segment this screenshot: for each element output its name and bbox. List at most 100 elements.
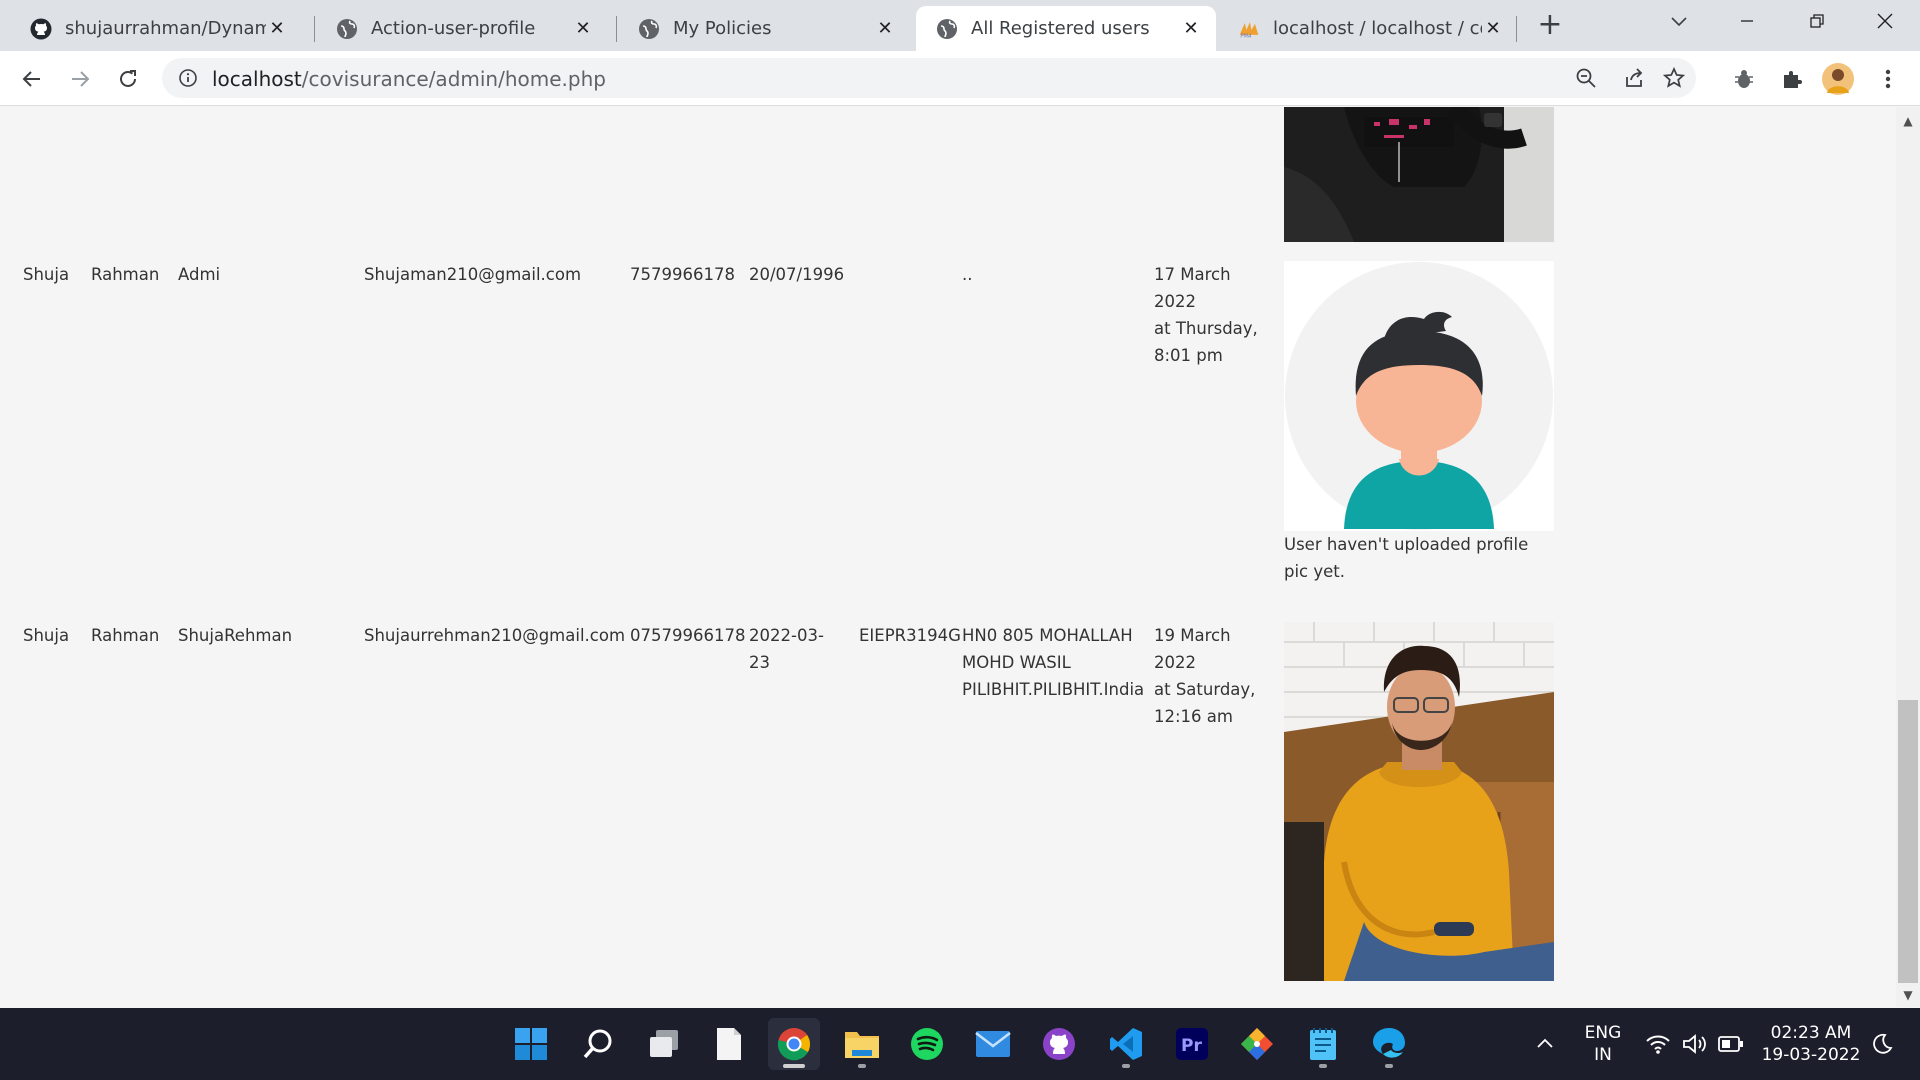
minimize-button[interactable]	[1718, 0, 1776, 42]
chevron-down-icon	[1671, 17, 1687, 27]
spotify-icon[interactable]	[901, 1018, 953, 1070]
profile-avatar[interactable]	[1822, 63, 1854, 95]
users-table: Shuja Rahman Admi Shujaman210@gmail.com …	[0, 107, 1896, 1007]
chrome-icon[interactable]	[768, 1018, 820, 1070]
running-indicator	[1319, 1064, 1327, 1068]
task-view-icon[interactable]	[638, 1018, 690, 1070]
tab-title: My Policies	[673, 18, 772, 39]
scrollbar-thumb[interactable]	[1898, 700, 1918, 983]
notepad-file-icon[interactable]	[703, 1018, 755, 1070]
globe-icon	[638, 18, 660, 40]
username-cell: ShujaRehman	[178, 626, 293, 645]
bookmark-star-icon[interactable]	[1658, 62, 1690, 94]
svg-text:Pr: Pr	[1181, 1036, 1202, 1056]
edge-icon[interactable]	[1363, 1018, 1415, 1070]
user-profile-photo	[1284, 622, 1554, 981]
info-icon[interactable]	[172, 62, 204, 94]
clock-date: 19-03-2022	[1761, 1045, 1861, 1065]
registered-time: 12:16 am	[1154, 707, 1233, 726]
back-button[interactable]	[16, 63, 48, 95]
mail-icon[interactable]	[967, 1018, 1019, 1070]
new-tab-button[interactable]: +	[1534, 10, 1566, 42]
arrow-right-icon	[72, 71, 90, 87]
registered-time: 8:01 pm	[1154, 346, 1223, 365]
scroll-down-arrow-icon[interactable]: ▼	[1896, 983, 1920, 1007]
clock[interactable]: 02:23 AM 19-03-2022	[1758, 1022, 1864, 1066]
no-photo-note: User haven't uploaded profile pic yet.	[1284, 535, 1529, 581]
registered-date-cell: 17 March 2022 at Thursday, 8:01 pm	[1154, 261, 1274, 369]
language-code: ENG	[1584, 1023, 1622, 1043]
scroll-up-arrow-icon[interactable]: ▲	[1896, 109, 1920, 133]
url-host: localhost	[212, 67, 302, 91]
close-window-button[interactable]	[1856, 0, 1914, 42]
menu-kebab-icon[interactable]	[1872, 63, 1904, 95]
previous-user-photo	[1284, 107, 1554, 242]
tab-my-policies[interactable]: My Policies ✕	[618, 6, 910, 51]
username-cell: Admi	[178, 265, 221, 284]
tab-action-user-profile[interactable]: Action-user-profile ✕	[316, 6, 608, 51]
vscode-icon[interactable]	[1100, 1018, 1152, 1070]
phone-cell: 07579966178	[630, 626, 746, 645]
forward-button[interactable]	[64, 63, 96, 95]
git-icon[interactable]	[1231, 1018, 1283, 1070]
address-cell: ..	[962, 265, 973, 284]
search-icon[interactable]	[572, 1018, 624, 1070]
address-bar[interactable]: localhost/covisurance/admin/home.php	[162, 58, 1696, 98]
tab-phpmyadmin[interactable]: PMA localhost / localhost / cov ✕	[1218, 6, 1518, 51]
globe-icon	[936, 18, 958, 40]
volume-icon[interactable]	[1682, 1032, 1708, 1056]
close-icon[interactable]: ✕	[572, 18, 594, 40]
last-name-cell: Rahman	[91, 626, 160, 645]
github-desktop-icon[interactable]	[1033, 1018, 1085, 1070]
registered-day: at Saturday,	[1154, 680, 1256, 699]
last-name-cell: Rahman	[91, 265, 160, 284]
show-hidden-icons-chevron-icon[interactable]	[1533, 1032, 1557, 1056]
active-indicator	[783, 1064, 805, 1068]
extension-bug-icon[interactable]	[1728, 63, 1760, 95]
restore-icon	[1810, 14, 1824, 28]
registered-day: at Thursday,	[1154, 319, 1258, 338]
restore-button[interactable]	[1788, 0, 1846, 42]
close-icon	[1877, 13, 1893, 29]
moon-icon[interactable]	[1870, 1032, 1894, 1056]
browser-toolbar: localhost/covisurance/admin/home.php	[0, 51, 1920, 106]
wifi-icon[interactable]	[1645, 1032, 1671, 1056]
address-line: PILIBHIT.PILIBHIT.India	[962, 680, 1145, 699]
pan-cell: EIEPR3194G	[859, 626, 961, 645]
clock-time: 02:23 AM	[1770, 1023, 1852, 1043]
registered-date: 17 March 2022	[1154, 265, 1231, 311]
zoom-icon[interactable]	[1570, 62, 1602, 94]
tab-separator	[616, 16, 617, 42]
language-indicator[interactable]: ENG IN	[1575, 1022, 1631, 1066]
close-icon[interactable]: ✕	[1482, 18, 1504, 40]
close-icon[interactable]: ✕	[874, 18, 896, 40]
extensions-puzzle-icon[interactable]	[1776, 63, 1808, 95]
premiere-pro-icon[interactable]: Pr	[1166, 1018, 1218, 1070]
tab-title: shujaurrahman/Dynamic-…	[65, 18, 266, 39]
github-icon	[30, 18, 52, 40]
tab-separator	[314, 16, 315, 42]
address-cell: HN0 805 MOHALLAH MOHD WASIL PILIBHIT.PIL…	[962, 622, 1147, 703]
file-explorer-icon[interactable]	[836, 1018, 888, 1070]
close-icon[interactable]: ✕	[266, 18, 288, 40]
windows-taskbar: Pr ENG IN 02:23 AM 19-03-2022	[0, 1008, 1920, 1080]
tab-search-button[interactable]	[1650, 0, 1708, 42]
close-icon[interactable]: ✕	[1180, 18, 1202, 40]
tab-title: Action-user-profile	[371, 18, 536, 39]
running-indicator	[858, 1064, 866, 1068]
battery-icon[interactable]	[1718, 1034, 1744, 1054]
share-icon[interactable]	[1618, 62, 1650, 94]
region-code: IN	[1594, 1045, 1612, 1065]
tab-strip: shujaurrahman/Dynamic-… ✕ Action-user-pr…	[0, 0, 1920, 51]
address-line: MOHD WASIL	[962, 653, 1071, 672]
first-name-cell: Shuja	[23, 626, 70, 645]
dob-cell: 20/07/1996	[749, 265, 845, 284]
tab-all-registered-users[interactable]: All Registered users ✕	[916, 6, 1216, 51]
notepad-icon[interactable]	[1297, 1018, 1349, 1070]
reload-button[interactable]	[112, 63, 144, 95]
windows-start-icon[interactable]	[505, 1018, 557, 1070]
url-text[interactable]: localhost/covisurance/admin/home.php	[212, 67, 606, 91]
tab-separator	[1516, 16, 1517, 42]
first-name-cell: Shuja	[23, 265, 70, 284]
tab-github[interactable]: shujaurrahman/Dynamic-… ✕	[10, 6, 302, 51]
